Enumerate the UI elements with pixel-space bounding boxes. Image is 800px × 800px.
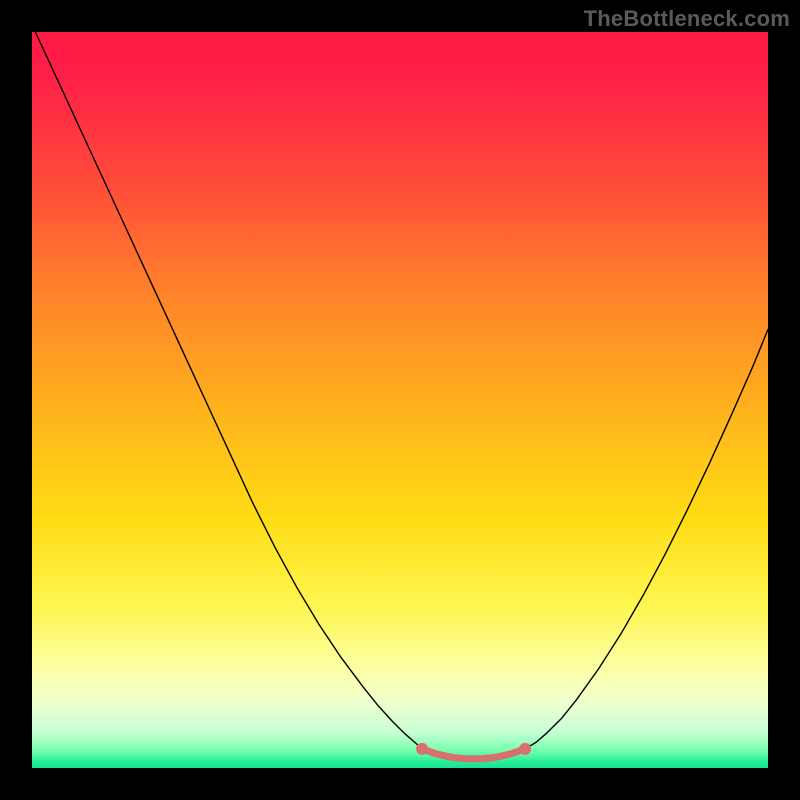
optimal-band-marker — [416, 743, 428, 755]
optimal-band-marker — [448, 754, 455, 761]
chart-svg — [32, 32, 768, 768]
watermark-text: TheBottleneck.com — [584, 6, 790, 32]
optimal-band-marker — [507, 751, 514, 758]
chart-plot-area — [32, 32, 768, 768]
optimal-band-marker — [492, 754, 499, 761]
chart-background — [32, 32, 768, 768]
optimal-band-marker — [463, 756, 470, 763]
chart-frame: TheBottleneck.com — [0, 0, 800, 800]
optimal-band-marker — [478, 756, 485, 763]
optimal-band-marker — [434, 751, 441, 758]
optimal-band-marker — [519, 743, 531, 755]
